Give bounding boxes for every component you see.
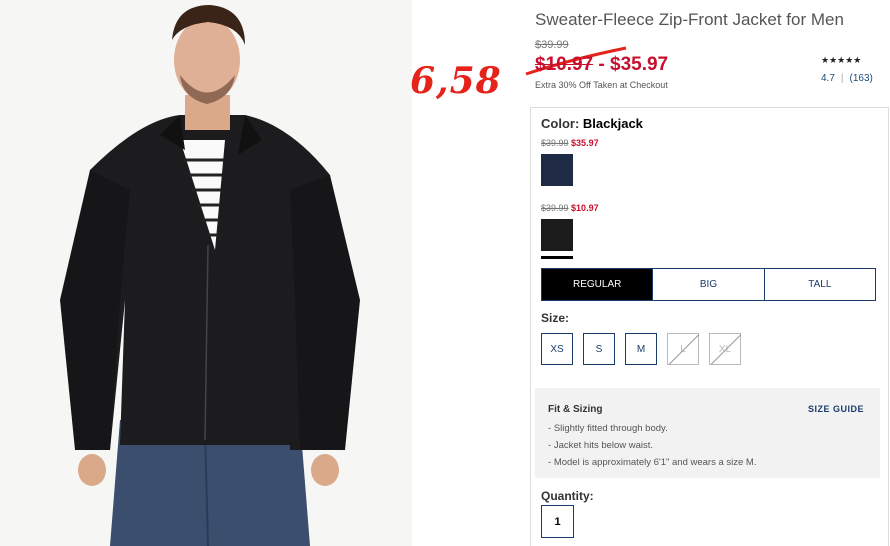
review-count[interactable]: (163): [850, 73, 873, 84]
size-option-l[interactable]: L: [667, 333, 699, 365]
selected-swatch-indicator: [541, 256, 573, 259]
swatch-was-price: $39.99: [541, 138, 569, 148]
product-photo: [0, 0, 412, 546]
quantity-input[interactable]: 1: [541, 505, 574, 538]
product-title: Sweater-Fleece Zip-Front Jacket for Men: [535, 10, 844, 29]
rating-separator: |: [840, 73, 844, 84]
size-option-m[interactable]: M: [625, 333, 657, 365]
purchase-panel: [530, 107, 889, 546]
size-option-xl[interactable]: XL: [709, 333, 741, 365]
color-label: Color: Blackjack: [541, 116, 643, 131]
color-label-text: Color:: [541, 116, 580, 131]
selected-color: Blackjack: [582, 116, 643, 131]
color-swatch-black[interactable]: [541, 219, 573, 251]
size-guide-link[interactable]: SIZE GUIDE: [808, 404, 864, 414]
quantity-label: Quantity:: [541, 489, 594, 503]
tab-regular[interactable]: REGULAR: [542, 269, 654, 300]
sale-price-high: $35.97: [610, 54, 669, 75]
sale-price-range: $10.97 - $35.97: [535, 54, 668, 76]
color-swatch-navy[interactable]: [541, 154, 573, 186]
price-dash: -: [593, 54, 611, 75]
size-option-s[interactable]: S: [583, 333, 615, 365]
swatch-price-navy: $39.99 $35.97: [541, 138, 599, 148]
tab-big[interactable]: BIG: [653, 269, 765, 300]
list-item: Slightly fitted through body.: [548, 420, 756, 437]
promo-text: Extra 30% Off Taken at Checkout: [535, 80, 668, 90]
tab-tall[interactable]: TALL: [765, 269, 875, 300]
original-price: $39.99: [535, 39, 569, 51]
swatch-price-black: $39.99 $10.97: [541, 203, 599, 213]
swatch-now-price: $35.97: [571, 138, 599, 148]
rating-summary[interactable]: 4.7 | (163): [821, 73, 873, 84]
size-label: Size:: [541, 311, 570, 325]
list-item: Model is approximately 6'1" and wears a …: [548, 454, 757, 471]
sale-price-low: $10.97: [535, 54, 594, 75]
size-options: XS S M L XL: [541, 333, 741, 365]
price-annotation: 6,58: [410, 60, 502, 102]
fit-type-tabs: REGULAR BIG TALL: [541, 268, 876, 301]
fit-sizing-title: Fit & Sizing: [548, 404, 603, 415]
swatch-now-price: $10.97: [571, 203, 599, 213]
fit-sizing-box: Fit & Sizing SIZE GUIDE Slightly fitted …: [535, 388, 880, 478]
fit-details-list: Slightly fitted through body. Jacket hit…: [548, 420, 757, 471]
swatch-was-price: $39.99: [541, 203, 569, 213]
rating-value: 4.7: [821, 73, 835, 84]
star-rating-icon[interactable]: ★★★★★: [821, 55, 861, 66]
size-option-xs[interactable]: XS: [541, 333, 573, 365]
list-item: Jacket hits below waist.: [548, 437, 756, 454]
model-illustration: [0, 0, 412, 546]
